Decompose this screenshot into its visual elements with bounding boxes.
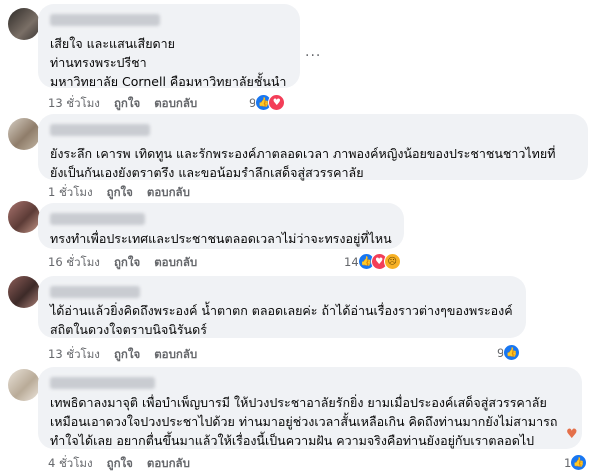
avatar[interactable] [8,118,40,150]
reply-button[interactable]: ตอบกลับ [154,95,197,113]
more-options-icon[interactable]: ... [305,44,321,60]
timestamp[interactable]: 4 ชั่วโมง [48,455,93,473]
reaction-count: 14 [344,254,359,269]
reply-button[interactable]: ตอบกลับ [154,346,197,364]
author-name[interactable] [50,213,145,225]
timestamp[interactable]: 16 ชั่วโมง [48,254,100,272]
reaction-summary[interactable]: 9 👍 ♥ [249,94,286,111]
timestamp[interactable]: 13 ชั่วโมง [48,346,100,364]
like-button[interactable]: ถูกใจ [107,184,133,202]
love-icon: ♥ [268,94,286,111]
comment-bubble: เสียใจ และแสนเสียดาย ท่านทรงพระปรีชา มหา… [38,4,300,89]
timestamp[interactable]: 1 ชั่วโมง [48,184,93,202]
like-button[interactable]: ถูกใจ [114,254,140,272]
author-name[interactable] [50,377,155,389]
comment-line: เทพธิดาลงมาจุติ เพื่อบำเพ็ญบารมี ให้ปวงป… [50,395,547,410]
comment-line: มหาวิทยาลัย Cornell คือมหาวิทยาลัยชั้นนำ [50,74,287,89]
reply-button[interactable]: ตอบกลับ [154,254,197,272]
reply-button[interactable]: ตอบกลับ [147,184,190,202]
author-name[interactable] [50,124,150,136]
comment-line: สถิตในดวงใจตราบนิจนิรันดร์ [50,322,207,337]
comment-bubble: เทพธิดาลงมาจุติ เพื่อบำเพ็ญบารมี ให้ปวงป… [38,367,582,449]
reaction-summary[interactable]: 9 👍 [497,344,521,361]
avatar[interactable] [8,8,40,40]
author-name[interactable] [50,286,140,298]
comment-actions: 16 ชั่วโมง ถูกใจ ตอบกลับ [48,254,197,272]
comment-line: เหมือนเอาดวงใจปวงประชาไปด้วย ท่านมาอยู่ช… [50,414,558,429]
reaction-summary[interactable]: 14 👍 ♥ ☹ [344,253,401,270]
comment-actions: 1 ชั่วโมง ถูกใจ ตอบกลับ [48,184,190,202]
comment-bubble: ยังระลึก เคารพ เทิดทูน และรักพระองค์ภาตล… [38,114,588,180]
comment-line: ยังเป็นกันเองยังตราตรึง และขอน้อมรำลึกเส… [50,165,364,180]
comment-bubble: ทรงทำเพื่อประเทศและประชาชนตลอดเวลาไม่ว่า… [38,203,404,249]
like-icon: 👍 [503,344,521,361]
author-name[interactable] [50,14,160,26]
like-icon: 👍 [570,454,588,471]
comment-actions: 13 ชั่วโมง ถูกใจ ตอบกลับ [48,95,197,113]
avatar[interactable] [8,201,40,233]
sad-icon: ☹ [383,253,401,270]
comment-line: เสียใจ และแสนเสียดาย [50,36,175,51]
comment-line: ทำใจได้เลย อยากตื่นขึ้นมาแล้วให้เรื่องนี… [50,433,535,448]
timestamp[interactable]: 13 ชั่วโมง [48,95,100,113]
like-button[interactable]: ถูกใจ [107,455,133,473]
like-button[interactable]: ถูกใจ [114,95,140,113]
comment-line: ได้อ่านแล้วยิ่งคิดถึงพระองค์ น้ำตาตก ตลอ… [50,303,513,318]
comment-actions: 13 ชั่วโมง ถูกใจ ตอบกลับ [48,346,197,364]
comment-line: ยังระลึก เคารพ เทิดทูน และรักพระองค์ภาตล… [50,146,556,161]
comment-line: ทรงทำเพื่อประเทศและประชาชนตลอดเวลาไม่ว่า… [50,231,392,246]
comment-bubble: ได้อ่านแล้วยิ่งคิดถึงพระองค์ น้ำตาตก ตลอ… [38,276,526,338]
like-button[interactable]: ถูกใจ [114,346,140,364]
heart-icon: ♥ [566,427,578,442]
avatar[interactable] [8,276,40,308]
comment-actions: 4 ชั่วโมง ถูกใจ ตอบกลับ [48,455,190,473]
reaction-summary[interactable]: 1 👍 [564,454,588,471]
comment-line: ท่านทรงพระปรีชา [50,55,147,70]
avatar[interactable] [8,369,40,401]
reply-button[interactable]: ตอบกลับ [147,455,190,473]
